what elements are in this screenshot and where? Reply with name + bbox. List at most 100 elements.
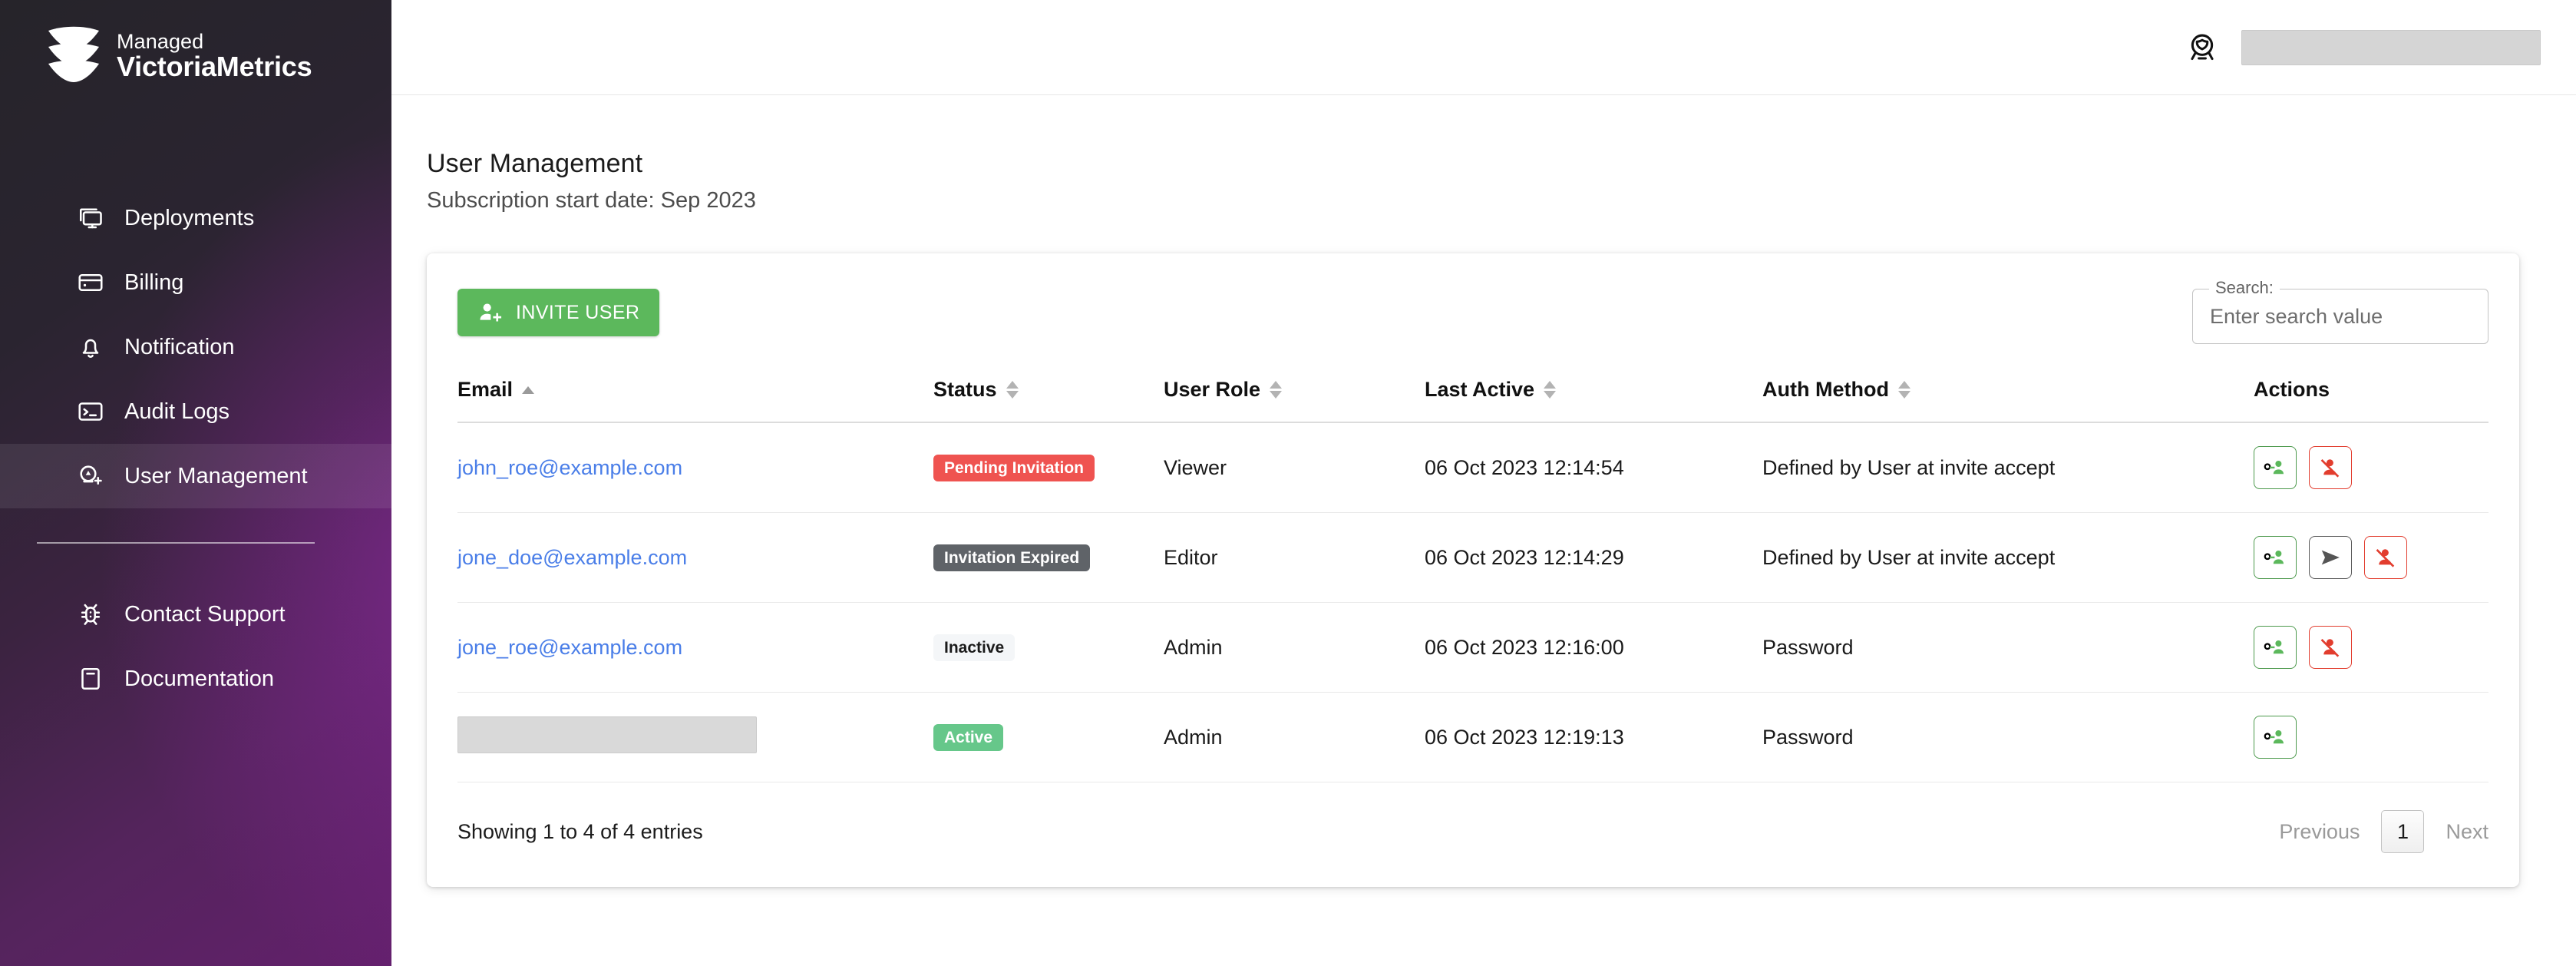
sidebar-nav: Deployments Billing Notification Audit L… (0, 186, 391, 508)
cell-email: jone_doe@example.com (457, 512, 933, 603)
sidebar-item-documentation[interactable]: Documentation (0, 647, 391, 711)
cell-status: Inactive (933, 602, 1164, 693)
bell-icon (77, 333, 104, 361)
cell-auth-method: Password (1762, 602, 2254, 693)
manage-permissions-button[interactable] (2254, 716, 2297, 759)
user-remove-icon (2374, 546, 2397, 569)
sidebar-item-notification[interactable]: Notification (0, 315, 391, 379)
sidebar-divider (37, 542, 315, 544)
column-header-last-active[interactable]: Last Active (1425, 378, 1762, 423)
column-header-actions: Actions (2254, 378, 2488, 423)
column-header-user-role[interactable]: User Role (1164, 378, 1425, 423)
column-label: Auth Method (1762, 378, 1889, 401)
cell-last-active: 06 Oct 2023 12:19:13 (1425, 692, 1762, 782)
app-root: Managed VictoriaMetrics Deployments Bill… (0, 0, 2576, 966)
remove-user-button[interactable] (2364, 536, 2407, 579)
column-header-auth-method[interactable]: Auth Method (1762, 378, 2254, 423)
topbar (391, 0, 2576, 95)
cell-actions (2254, 422, 2488, 513)
cell-email: jone_roe@example.com (457, 602, 933, 693)
sidebar-item-audit-logs[interactable]: Audit Logs (0, 379, 391, 444)
sort-toggle-icon[interactable] (1897, 381, 1911, 399)
cell-actions (2254, 602, 2488, 693)
search-legend-label: Search: (2209, 278, 2280, 298)
user-management-card: INVITE USER Search: Email (427, 253, 2519, 887)
manage-permissions-button[interactable] (2254, 626, 2297, 669)
key-user-icon (2264, 726, 2287, 749)
invite-user-button[interactable]: INVITE USER (457, 289, 660, 336)
send-icon (2319, 546, 2342, 569)
cell-email (457, 692, 933, 782)
cell-actions (2254, 512, 2488, 603)
account-value-redacted[interactable] (2241, 29, 2541, 65)
terminal-icon (77, 398, 104, 425)
search-field: Search: (2192, 278, 2488, 344)
sidebar-item-contact-support[interactable]: Contact Support (0, 582, 391, 647)
table-row: jone_roe@example.com Inactive Admin 06 O… (457, 602, 2488, 693)
sort-ascending-icon[interactable] (522, 385, 535, 394)
sort-toggle-icon[interactable] (1544, 381, 1557, 399)
table-footer: Showing 1 to 4 of 4 entries Previous 1 N… (457, 782, 2488, 887)
cell-auth-method: Defined by User at invite accept (1762, 422, 2254, 513)
award-badge-icon[interactable] (2185, 30, 2220, 65)
user-email-link[interactable]: john_roe@example.com (457, 456, 682, 479)
sidebar-item-label: User Management (124, 463, 308, 488)
user-email-link[interactable]: jone_roe@example.com (457, 636, 682, 659)
user-email-link[interactable]: jone_doe@example.com (457, 546, 687, 569)
user-email-redacted[interactable] (457, 716, 757, 753)
page-title: User Management (427, 149, 643, 178)
brand[interactable]: Managed VictoriaMetrics (0, 0, 391, 86)
status-badge: Pending Invitation (933, 454, 1095, 481)
entries-info: Showing 1 to 4 of 4 entries (457, 819, 703, 843)
key-user-icon (2264, 456, 2287, 479)
sidebar-item-deployments[interactable]: Deployments (0, 186, 391, 250)
key-user-icon (2264, 546, 2287, 569)
sidebar-item-label: Contact Support (124, 601, 286, 627)
status-badge: Inactive (933, 634, 1016, 661)
brand-top-label: Managed (117, 29, 204, 53)
pagination-page-1[interactable]: 1 (2381, 810, 2425, 853)
column-label: Status (933, 378, 997, 401)
sidebar-item-user-management[interactable]: User Management (0, 444, 391, 508)
pagination-next[interactable]: Next (2446, 820, 2488, 844)
remove-user-button[interactable] (2309, 446, 2352, 489)
cell-status: Active (933, 692, 1164, 782)
pagination-previous[interactable]: Previous (2279, 820, 2360, 844)
users-table-body: john_roe@example.com Pending Invitation … (457, 422, 2488, 782)
column-header-email[interactable]: Email (457, 378, 933, 423)
user-add-icon (77, 462, 104, 490)
status-badge: Invitation Expired (933, 544, 1091, 571)
remove-user-button[interactable] (2309, 626, 2352, 669)
sort-toggle-icon[interactable] (1270, 381, 1283, 399)
card-toolbar: INVITE USER Search: (457, 253, 2488, 344)
cell-last-active: 06 Oct 2023 12:16:00 (1425, 602, 1762, 693)
main-area: User Management Subscription start date:… (391, 0, 2576, 966)
cell-last-active: 06 Oct 2023 12:14:54 (1425, 422, 1762, 513)
resend-invite-button[interactable] (2309, 536, 2352, 579)
manage-permissions-button[interactable] (2254, 536, 2297, 579)
column-label: Actions (2254, 378, 2330, 401)
chevron-stack-logo-icon (45, 26, 103, 86)
user-plus-icon (477, 300, 502, 325)
sidebar-item-label: Deployments (124, 205, 255, 230)
cell-status: Pending Invitation (933, 422, 1164, 513)
key-user-icon (2264, 636, 2287, 659)
sidebar-item-label: Documentation (124, 666, 275, 691)
pagination: Previous 1 Next (2279, 810, 2488, 853)
book-icon (77, 665, 104, 693)
cell-last-active: 06 Oct 2023 12:14:29 (1425, 512, 1762, 603)
sidebar-item-label: Audit Logs (124, 399, 230, 424)
sidebar: Managed VictoriaMetrics Deployments Bill… (0, 0, 391, 966)
column-header-status[interactable]: Status (933, 378, 1164, 423)
subscription-start-date: Subscription start date: Sep 2023 (427, 188, 756, 213)
cell-user-role: Viewer (1164, 422, 1425, 513)
sort-toggle-icon[interactable] (1006, 381, 1019, 399)
sidebar-item-billing[interactable]: Billing (0, 250, 391, 315)
users-table-head: Email Status User Role Last Active Auth … (457, 378, 2488, 423)
table-row: Active Admin 06 Oct 2023 12:19:13 Passwo… (457, 692, 2488, 782)
table-header-row: Email Status User Role Last Active Auth … (457, 378, 2488, 423)
user-remove-icon (2319, 636, 2342, 659)
manage-permissions-button[interactable] (2254, 446, 2297, 489)
bug-icon (77, 600, 104, 628)
status-badge: Active (933, 723, 1004, 751)
